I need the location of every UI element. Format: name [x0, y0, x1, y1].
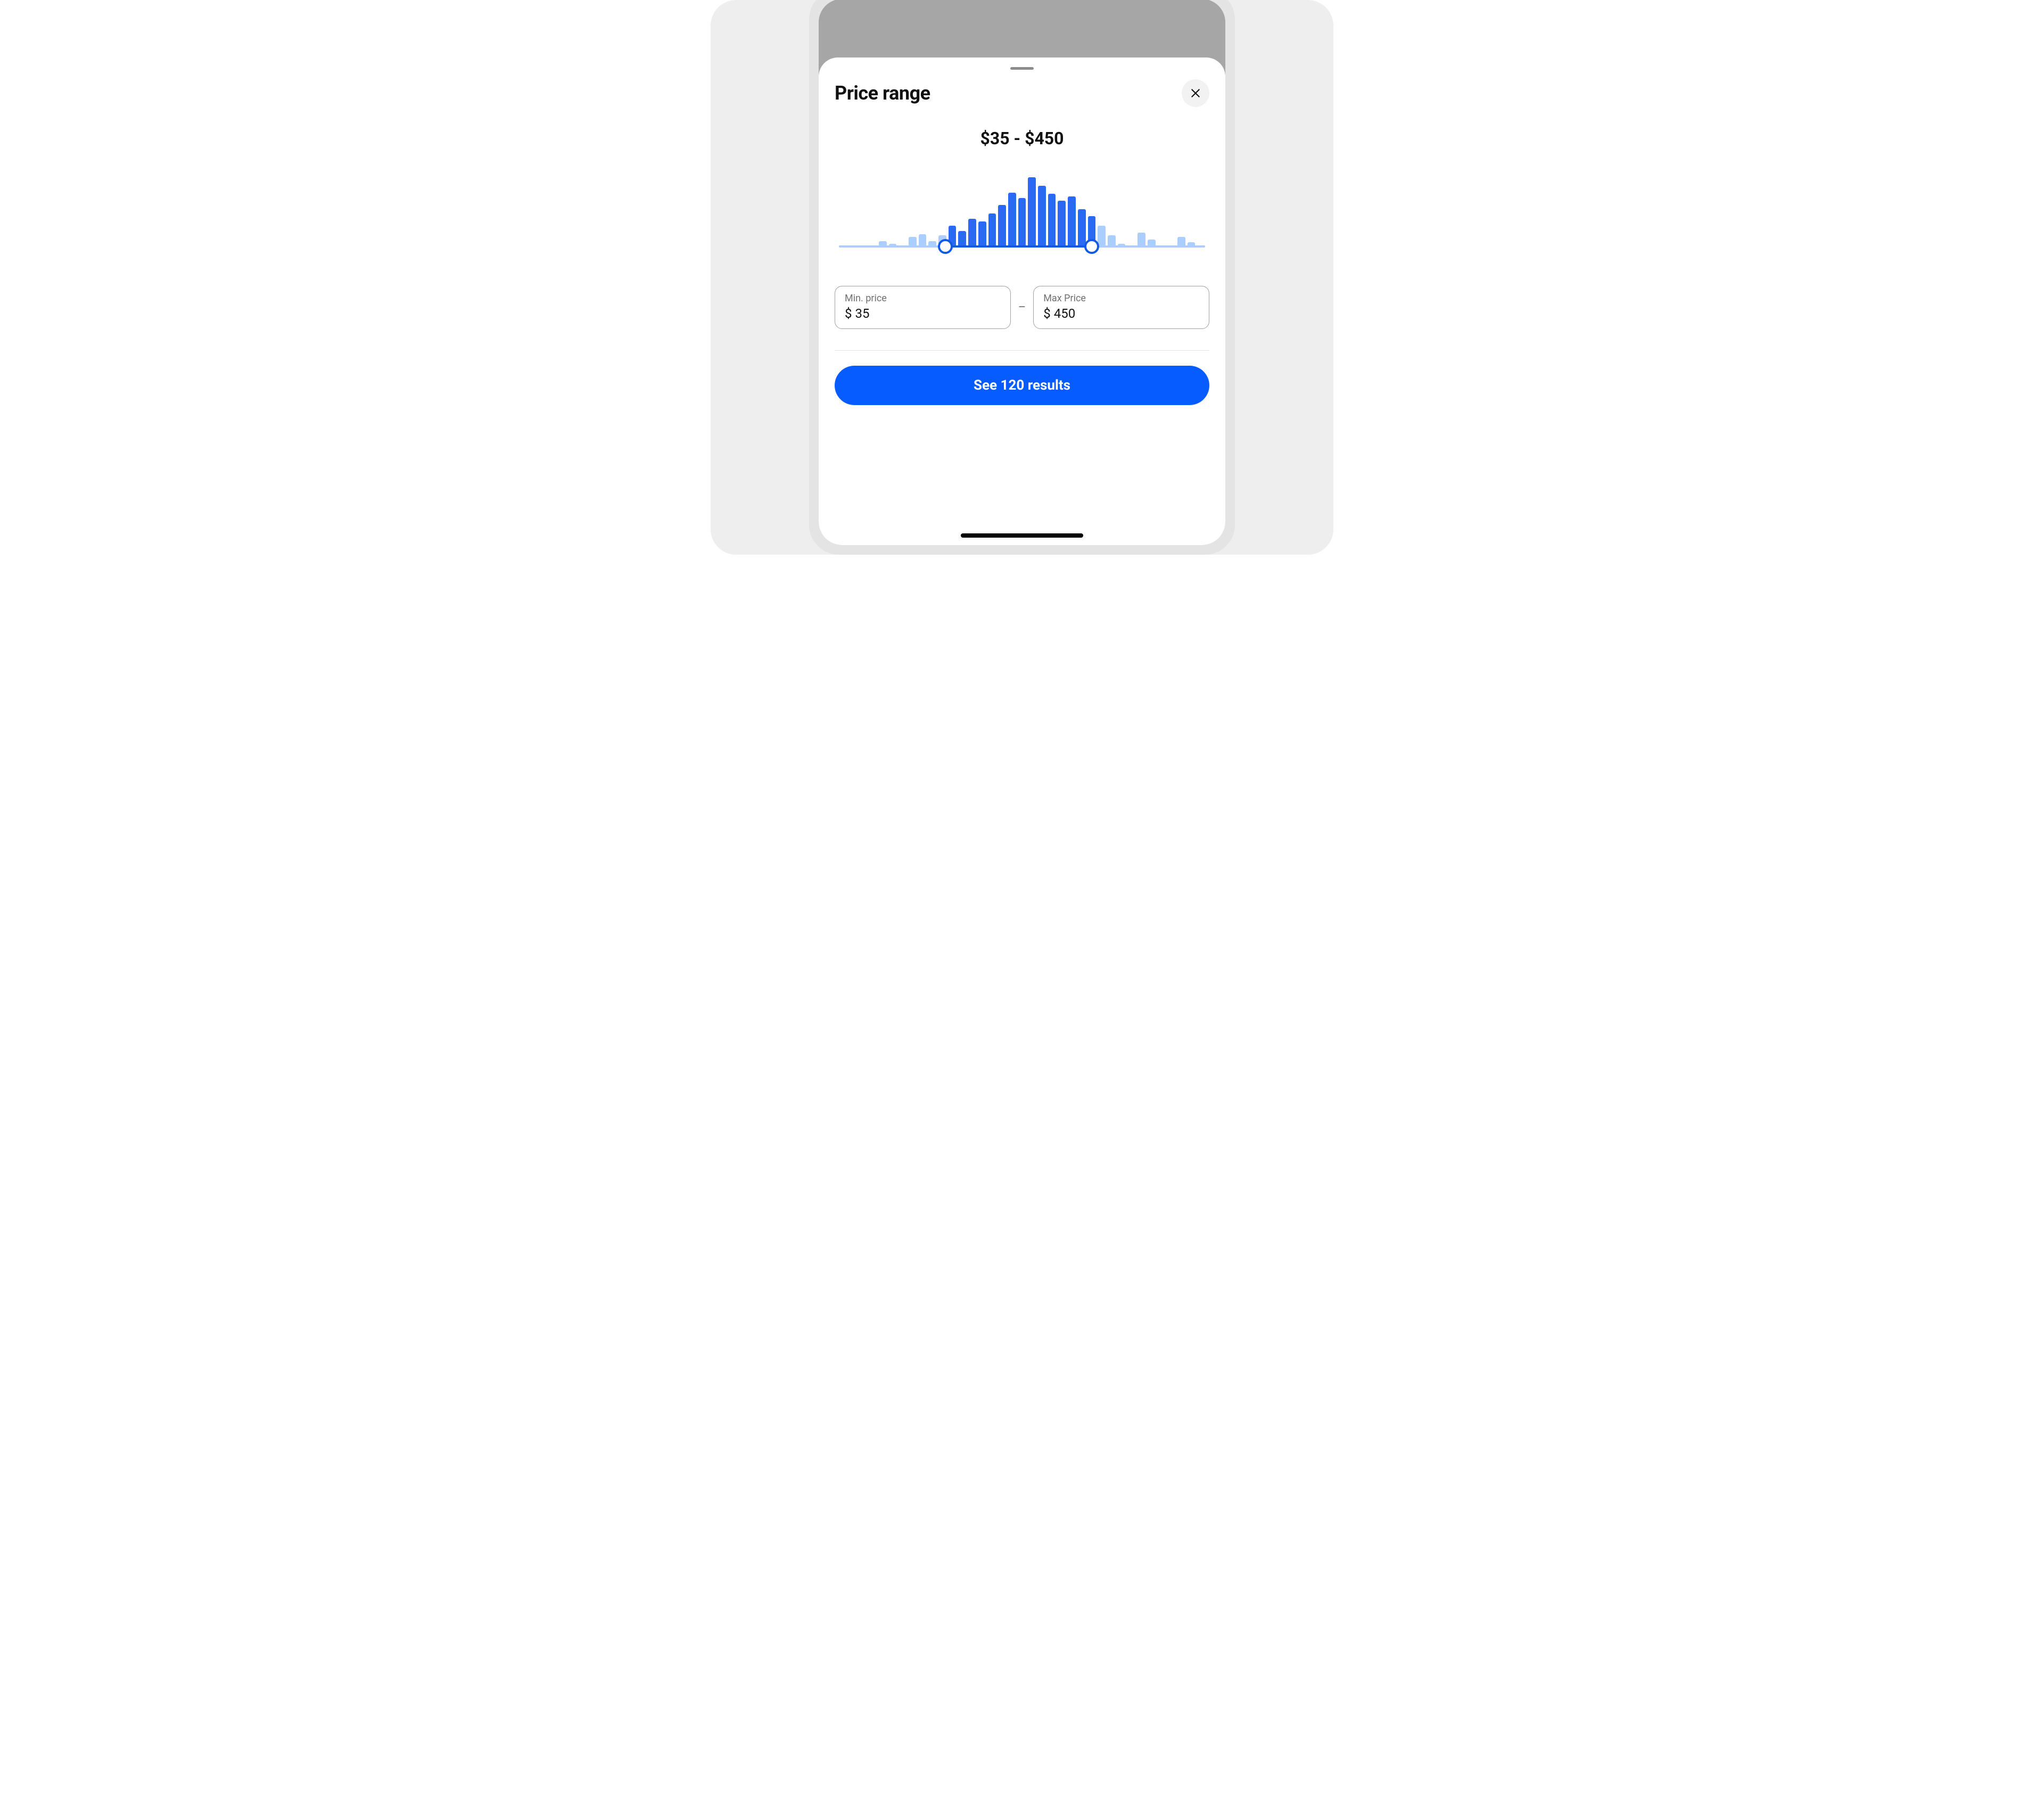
histogram-bar [1078, 209, 1086, 246]
price-histogram [839, 177, 1205, 246]
min-price-currency: $ [845, 306, 852, 321]
close-icon [1190, 88, 1201, 98]
slider-track [839, 245, 1205, 248]
price-inputs-row: Min. price $ – Max Price $ [835, 286, 1209, 329]
slider-thumb-min[interactable] [938, 239, 953, 254]
min-price-field[interactable]: Min. price $ [835, 286, 1011, 329]
slider-track-fill [945, 245, 1092, 248]
phone-frame: Price range $35 - $450 [809, 0, 1235, 555]
min-price-label: Min. price [845, 293, 1001, 304]
histogram-bar [978, 221, 986, 246]
close-button[interactable] [1182, 79, 1209, 107]
max-price-currency: $ [1043, 306, 1051, 321]
sheet-drag-handle[interactable] [1010, 67, 1034, 70]
histogram-bar [958, 231, 966, 246]
histogram-bar [1008, 193, 1016, 246]
histogram-bar [1098, 226, 1106, 246]
sheet-title: Price range [835, 82, 930, 104]
histogram-bar [968, 219, 976, 246]
home-indicator[interactable] [961, 533, 1083, 538]
price-range-sheet: Price range $35 - $450 [819, 57, 1225, 545]
min-price-input[interactable] [855, 306, 1001, 321]
histogram-bar [1068, 196, 1076, 246]
divider [835, 350, 1209, 351]
histogram-bar [1108, 235, 1116, 246]
histogram-bar [1018, 198, 1026, 246]
see-results-button[interactable]: See 120 results [835, 366, 1209, 405]
histogram-bar [1048, 194, 1056, 246]
max-price-label: Max Price [1043, 293, 1199, 304]
histogram-bar [1038, 186, 1046, 246]
max-price-input[interactable] [1054, 306, 1199, 321]
histogram-bar [919, 234, 927, 246]
histogram-bar [1138, 233, 1145, 246]
histogram-bar [988, 213, 996, 246]
histogram-bar [1058, 201, 1066, 246]
range-separator: – [1018, 301, 1026, 314]
price-histogram-slider[interactable] [839, 174, 1205, 254]
phone-screen: Price range $35 - $450 [819, 0, 1225, 545]
stage: Price range $35 - $450 [711, 0, 1333, 555]
sheet-header: Price range [835, 79, 1209, 107]
slider-thumb-max[interactable] [1084, 239, 1099, 254]
selected-range-display: $35 - $450 [835, 128, 1209, 149]
histogram-bar [1028, 177, 1036, 246]
max-price-field[interactable]: Max Price $ [1033, 286, 1209, 329]
histogram-bar [998, 205, 1006, 246]
